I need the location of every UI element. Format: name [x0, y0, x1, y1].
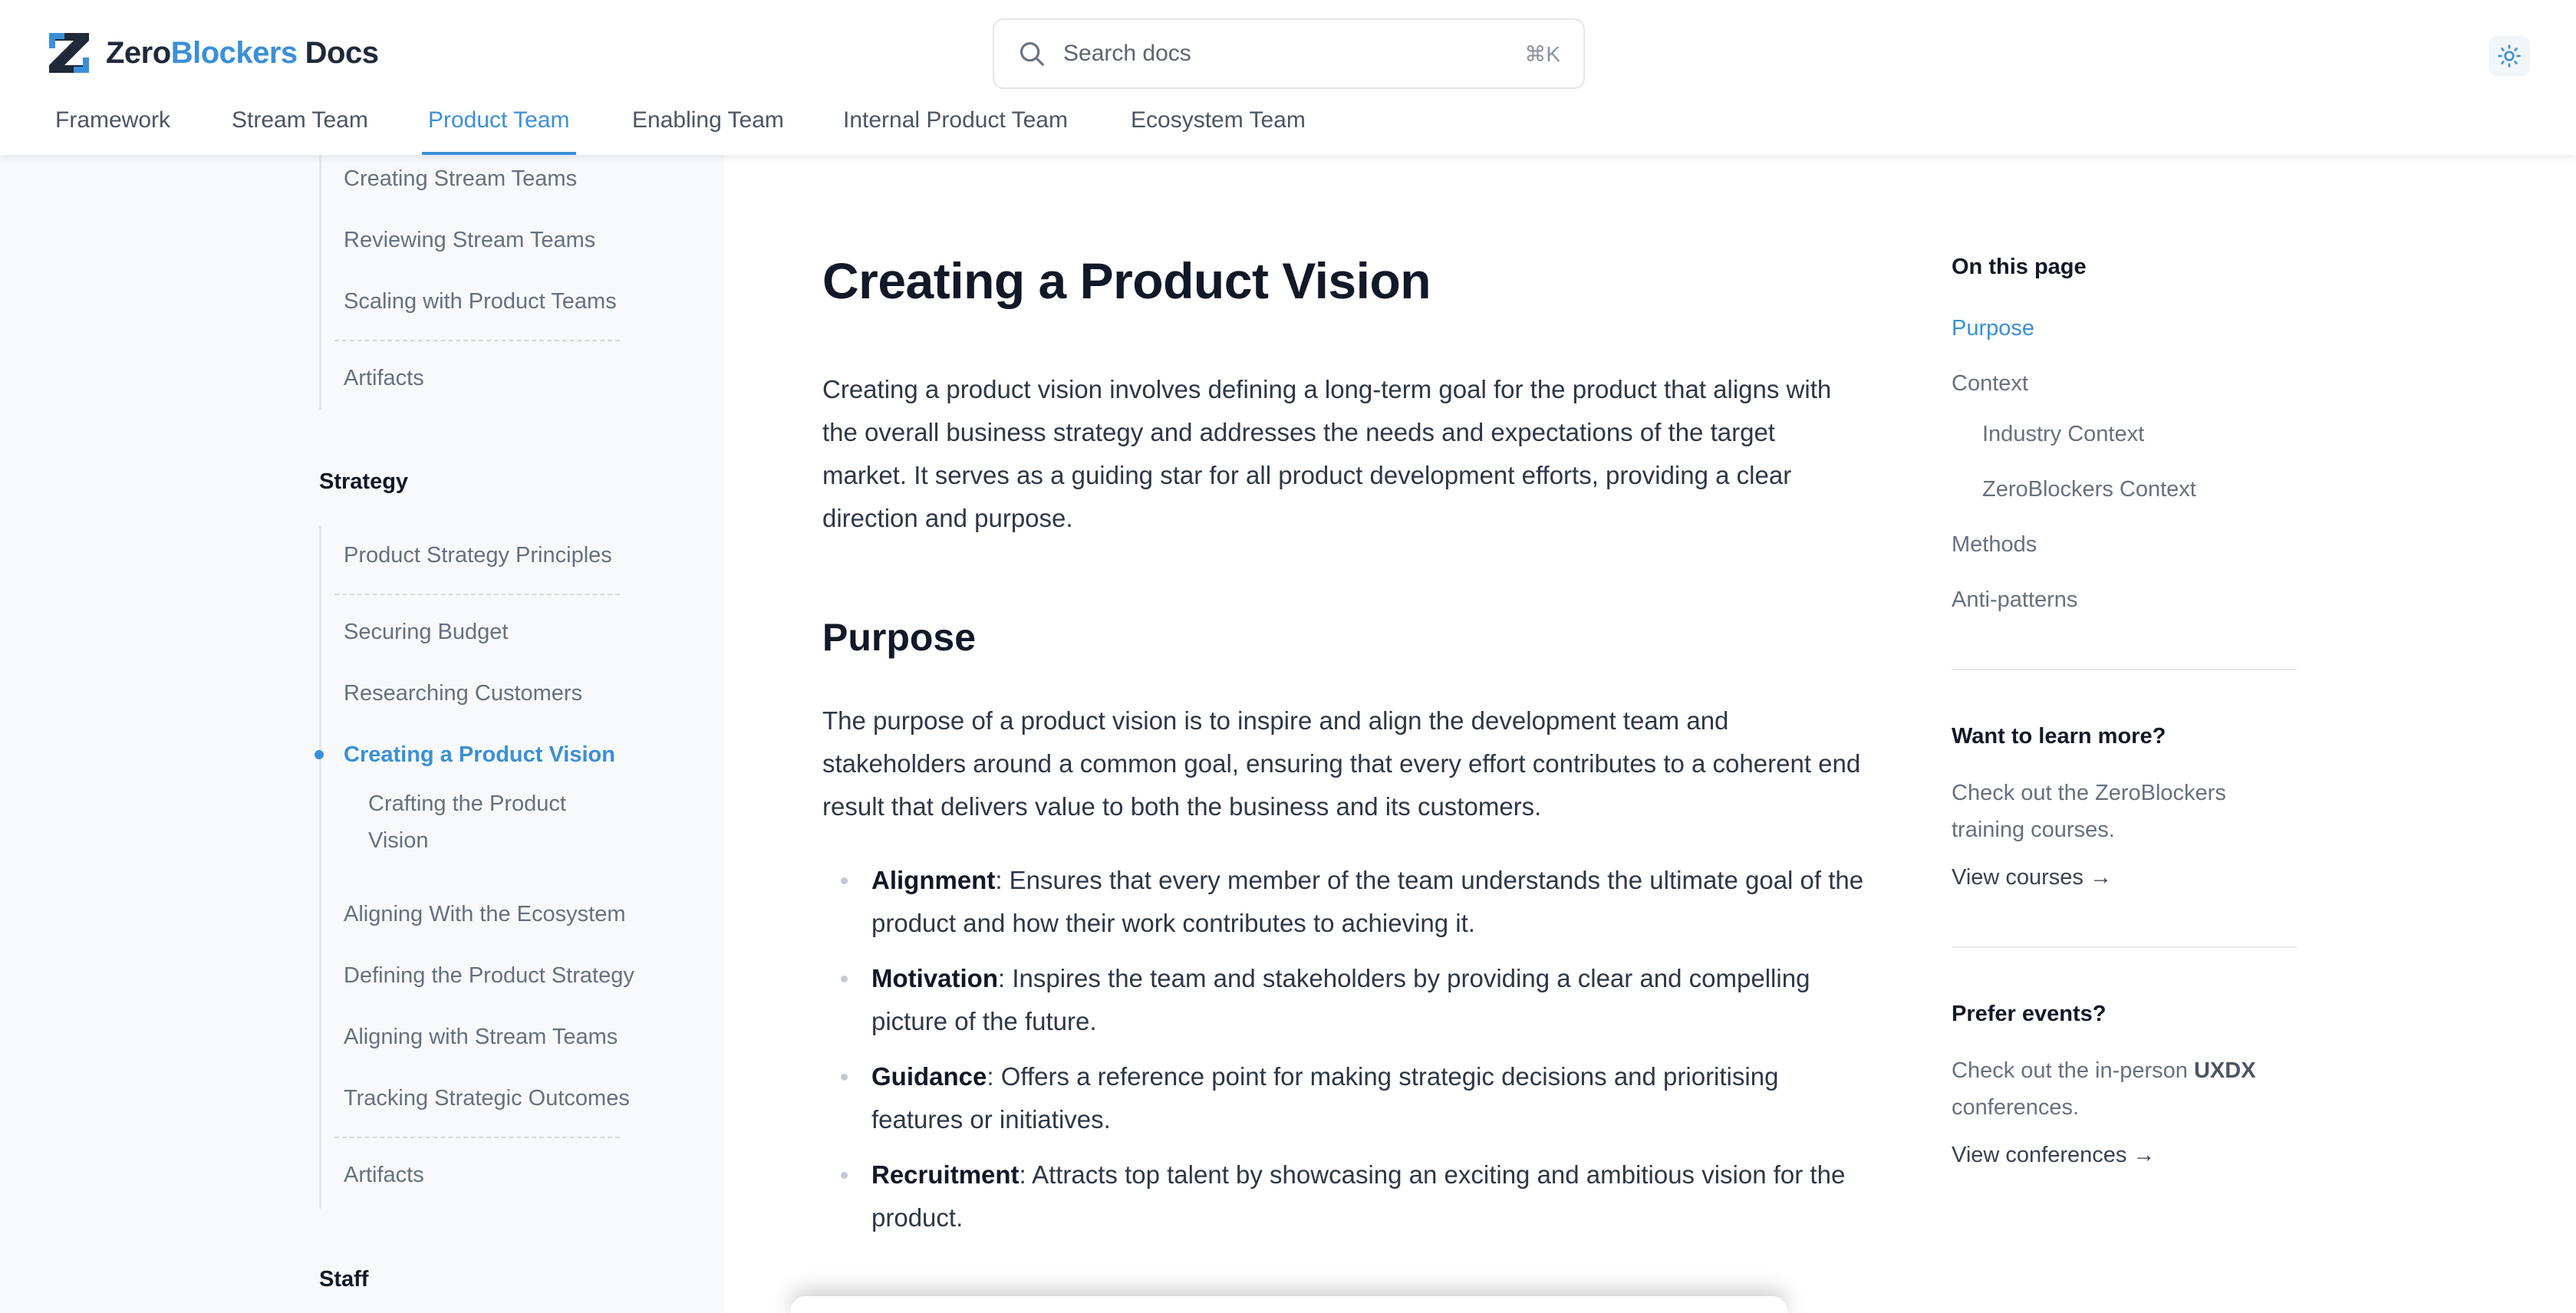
- docs-sidebar: Creating Stream Teams Reviewing Stream T…: [0, 155, 724, 1313]
- sidebar-heading-staff: Staff: [319, 1267, 369, 1292]
- sidebar-divider: [334, 340, 620, 341]
- site-header: Zero Blockers Docs Search docs ⌘K Framew…: [0, 0, 2576, 155]
- events-heading: Prefer events?: [1952, 1002, 2107, 1026]
- sidebar-item-aligning-with-the-ecosystem[interactable]: Aligning With the Ecosystem: [344, 900, 625, 928]
- list-item-text: : Inspires the team and stakeholders by …: [871, 964, 1810, 1035]
- sidebar-group-line: [319, 526, 321, 1209]
- search-placeholder: Search docs: [1063, 41, 1191, 66]
- toc-link-methods[interactable]: Methods: [1952, 532, 2037, 558]
- sun-icon: [2498, 44, 2521, 67]
- list-item: Guidance: Offers a reference point for m…: [822, 1055, 1866, 1141]
- sidebar-item-researching-customers[interactable]: Researching Customers: [344, 680, 582, 707]
- learn-more-heading: Want to learn more?: [1952, 724, 2166, 749]
- sidebar-item-creating-a-product-vision[interactable]: Creating a Product Vision: [344, 741, 615, 768]
- sidebar-item-crafting-the-product-vision[interactable]: Crafting the Product Vision: [368, 785, 598, 859]
- zeroblockers-logo-icon: [49, 33, 89, 73]
- sidebar-item-securing-budget[interactable]: Securing Budget: [344, 618, 508, 646]
- sidebar-item-defining-the-product-strategy[interactable]: Defining the Product Strategy: [344, 962, 634, 989]
- toc-divider: [1952, 669, 2297, 670]
- uxdx-brand: UXDX: [2193, 1058, 2256, 1083]
- tab-internal-product-team[interactable]: Internal Product Team: [843, 101, 1068, 155]
- sidebar-item-scaling-with-product-teams[interactable]: Scaling with Product Teams: [344, 288, 617, 315]
- search-box[interactable]: Search docs ⌘K: [993, 18, 1585, 89]
- intro-paragraph: Creating a product vision involves defin…: [822, 375, 1832, 532]
- active-indicator-dot: [315, 750, 324, 759]
- purpose-heading: Purpose: [822, 616, 977, 659]
- sidebar-item-aligning-with-stream-teams[interactable]: Aligning with Stream Teams: [344, 1023, 618, 1051]
- toc-link-anti-patterns[interactable]: Anti-patterns: [1952, 587, 2077, 613]
- toc-divider: [1952, 946, 2297, 948]
- tab-stream-team[interactable]: Stream Team: [232, 101, 368, 155]
- sidebar-item-strategy-artifacts[interactable]: Artifacts: [344, 1161, 424, 1189]
- events-text: Check out the in-person UXDX conferences…: [1952, 1052, 2274, 1126]
- sidebar-divider: [334, 594, 620, 595]
- tab-product-team[interactable]: Product Team: [422, 101, 576, 155]
- sidebar-item-reviewing-stream-teams[interactable]: Reviewing Stream Teams: [344, 226, 595, 254]
- list-item-term: Motivation: [871, 964, 998, 992]
- toc-title: On this page: [1952, 255, 2087, 279]
- toc-link-context[interactable]: Context: [1952, 371, 2028, 397]
- view-courses-link[interactable]: View courses →: [1952, 865, 2112, 890]
- search-shortcut: ⌘K: [1524, 41, 1560, 66]
- sidebar-item-artifacts[interactable]: Artifacts: [344, 364, 424, 392]
- toc-link-industry-context[interactable]: Industry Context: [1982, 422, 2144, 447]
- events-text-before: Check out the in-person: [1952, 1058, 2194, 1083]
- list-item-text: : Offers a reference point for making st…: [871, 1062, 1779, 1134]
- toc-link-zeroblockers-context[interactable]: ZeroBlockers Context: [1982, 477, 2196, 502]
- theme-toggle-button[interactable]: [2489, 35, 2530, 77]
- sidebar-item-creating-stream-teams[interactable]: Creating Stream Teams: [344, 165, 577, 193]
- list-item: Recruitment: Attracts top talent by show…: [822, 1153, 1866, 1239]
- sidebar-divider: [334, 1137, 620, 1138]
- search-icon: [1020, 41, 1044, 66]
- events-text-after: conferences.: [1952, 1095, 2080, 1120]
- sidebar-item-tracking-strategic-outcomes[interactable]: Tracking Strategic Outcomes: [344, 1084, 630, 1112]
- page-title: Creating a Product Vision: [822, 252, 1431, 309]
- logo-text: Zero Blockers Docs: [106, 35, 379, 71]
- list-item: Alignment: Ensures that every member of …: [822, 859, 1866, 945]
- logo-docs: Docs: [305, 35, 379, 70]
- tab-framework[interactable]: Framework: [55, 101, 170, 155]
- list-item: Motivation: Inspires the team and stakeh…: [822, 957, 1866, 1043]
- toc-link-purpose[interactable]: Purpose: [1952, 316, 2034, 341]
- logo-blockers: Blockers: [170, 35, 298, 70]
- sidebar-item-product-strategy-principles[interactable]: Product Strategy Principles: [344, 541, 612, 569]
- purpose-list: Alignment: Ensures that every member of …: [822, 859, 1866, 1252]
- site-logo[interactable]: Zero Blockers Docs: [48, 31, 379, 75]
- sidebar-heading-strategy: Strategy: [319, 469, 409, 494]
- floating-card-edge: [790, 1296, 1787, 1313]
- list-item-text: : Ensures that every member of the team …: [871, 866, 1864, 937]
- tab-ecosystem-team[interactable]: Ecosystem Team: [1131, 101, 1306, 155]
- learn-more-text: Check out the ZeroBlockers training cour…: [1952, 781, 2226, 842]
- view-conferences-link[interactable]: View conferences →: [1952, 1143, 2155, 1168]
- list-item-term: Guidance: [871, 1062, 987, 1091]
- sidebar-group-line: [319, 155, 321, 410]
- logo-zero: Zero: [106, 35, 171, 70]
- purpose-paragraph: The purpose of a product vision is to in…: [822, 706, 1861, 821]
- list-item-term: Alignment: [871, 866, 996, 894]
- list-item-term: Recruitment: [871, 1160, 1020, 1189]
- tab-enabling-team[interactable]: Enabling Team: [632, 101, 784, 155]
